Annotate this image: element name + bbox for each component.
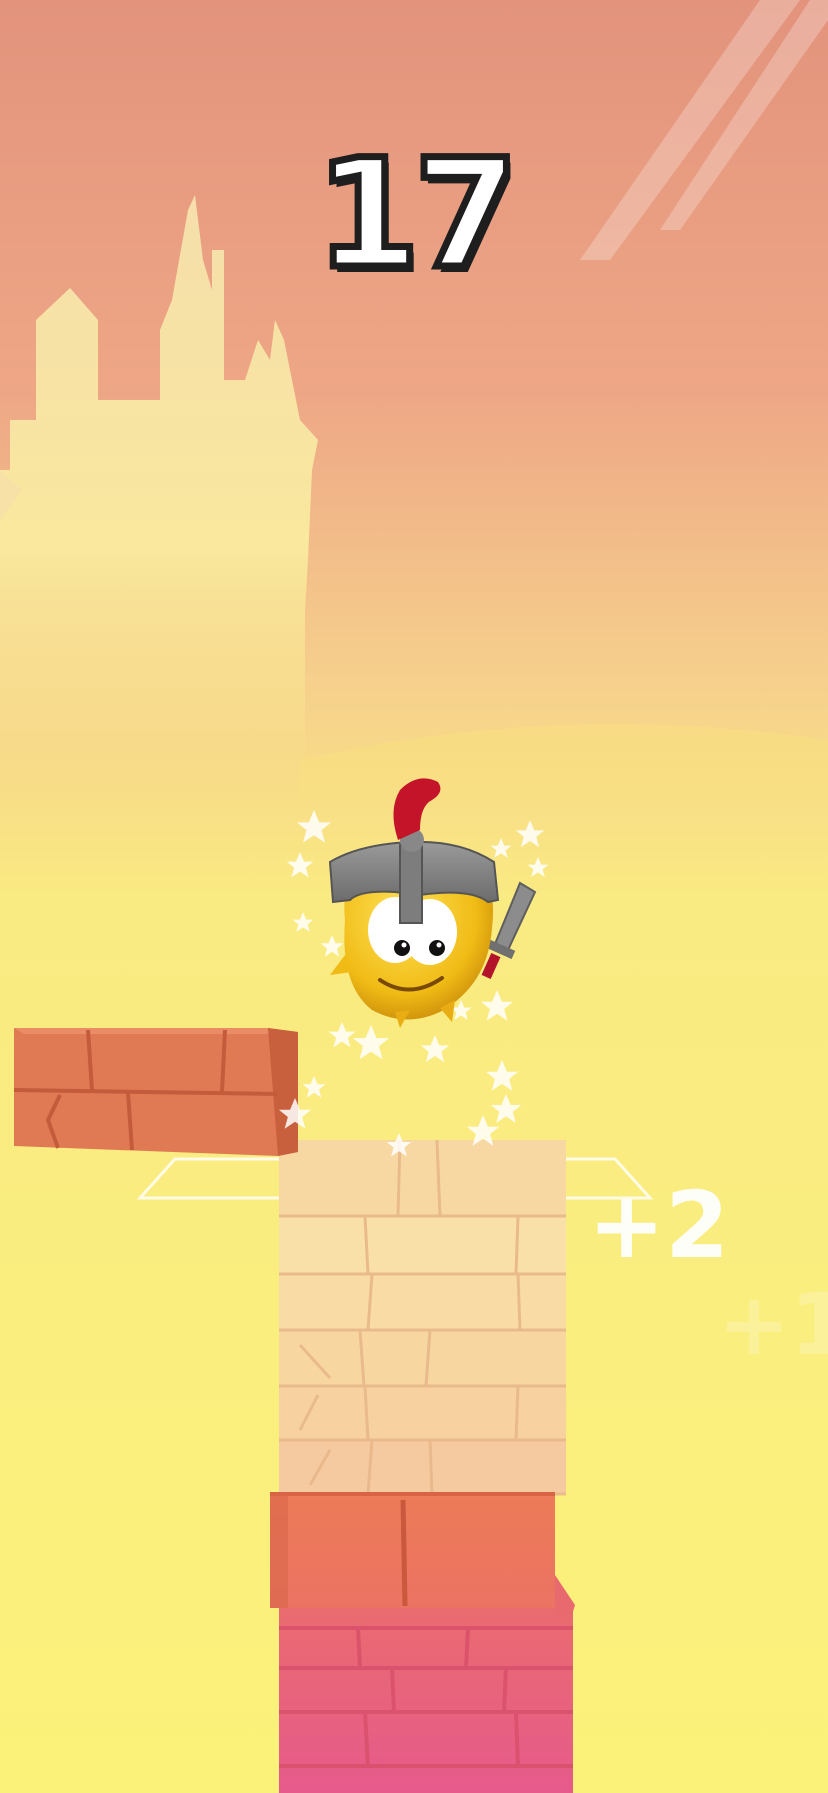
bonus-points-faded: +1 [718, 1275, 828, 1375]
stack-block-3 [279, 1274, 566, 1330]
stack-block-top [279, 1140, 566, 1216]
score-counter: 17 [312, 128, 522, 302]
stack-block-red [270, 1494, 555, 1608]
stack-block-6 [279, 1440, 566, 1494]
stack-block-5 [279, 1386, 566, 1440]
stack-block-4 [279, 1330, 566, 1386]
tower-stack [270, 1139, 575, 1793]
stack-block-2 [279, 1216, 566, 1274]
sliding-brick[interactable] [13, 1028, 298, 1156]
bonus-points-popup: +2 [588, 1172, 730, 1279]
